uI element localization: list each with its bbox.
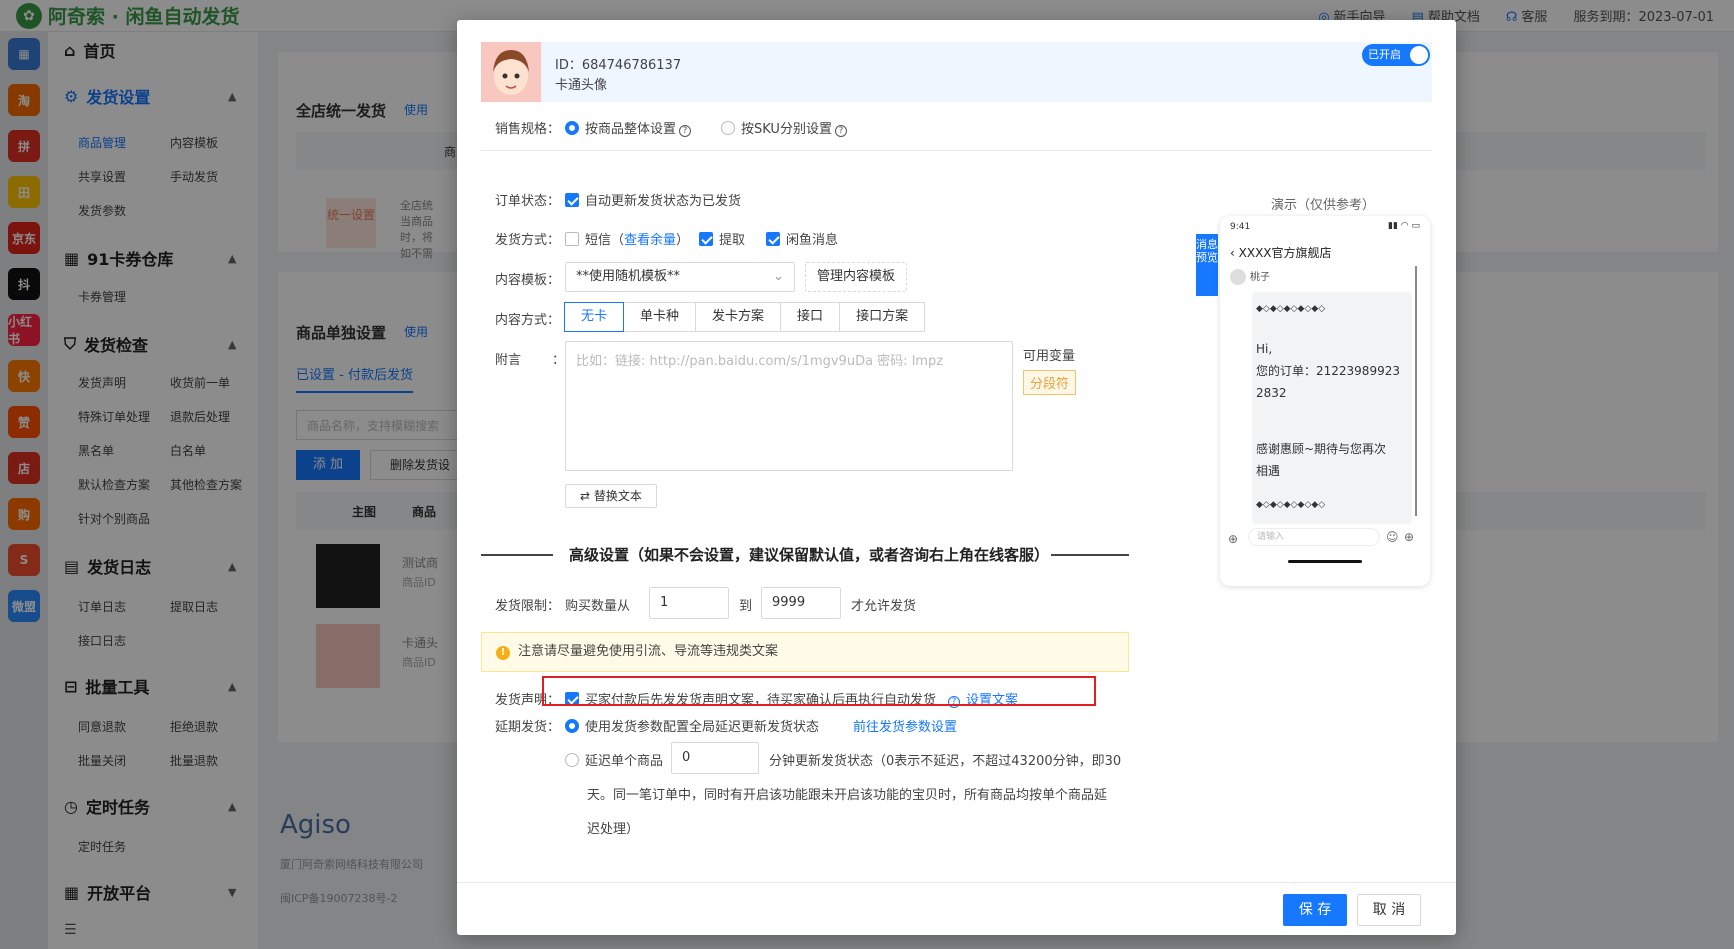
limit-min-input[interactable]: 1 (649, 587, 729, 619)
user-avatar (1230, 269, 1246, 285)
limit-max-input[interactable]: 9999 (761, 587, 841, 619)
preview-title: 演示（仅供参考） (1271, 198, 1376, 213)
plus-icon[interactable]: ⊕ (1404, 530, 1414, 544)
replace-icon: ⇄ (580, 489, 594, 503)
enable-toggle[interactable]: 已开启 (1362, 44, 1430, 66)
order-status-checkbox[interactable]: 自动更新发货状态为已发货 (565, 190, 741, 209)
note-textarea[interactable]: 比如：链接: http://pan.baidu.com/s/1mgv9uDa 密… (565, 341, 1013, 471)
phone-preview: 9:41 ▮▮ ◠ ▭ ‹ XXXX官方旗舰店 桃子 ◆◇◆◇◆◇◆◇◆◇ Hi… (1220, 216, 1430, 586)
voice-icon[interactable]: ⊕ (1228, 532, 1238, 546)
checkbox-checked (766, 232, 780, 246)
content-mode-no-card[interactable]: 无卡 (564, 302, 625, 332)
radio-unchecked (721, 121, 735, 135)
note-label: 附言 (495, 353, 522, 368)
checkbox-unchecked (565, 232, 579, 246)
spec-option-sku[interactable]: 按SKU分别设置? (721, 118, 847, 137)
limit-suffix-text: 才允许发货 (851, 599, 917, 614)
emoji-icon[interactable]: ☺ (1386, 530, 1399, 544)
content-mode-label: 内容方式： (495, 313, 561, 328)
product-avatar (481, 42, 541, 102)
chevron-down-icon: ⌄ (773, 269, 784, 284)
content-mode-api[interactable]: 接口 (780, 302, 841, 332)
content-mode-api-plan[interactable]: 接口方案 (839, 302, 926, 332)
delay-option-global[interactable]: 使用发货参数配置全局延迟更新发货状态 (565, 716, 819, 735)
var-tag-separator[interactable]: 分段符 (1023, 370, 1077, 395)
radio-checked (565, 719, 579, 733)
template-select[interactable]: **使用随机模板** ⌄ (565, 262, 795, 292)
message-bubble: ◆◇◆◇◆◇◆◇◆◇ Hi, 您的订单：21223989923 2832 感谢惠… (1252, 292, 1412, 524)
delay-desc-line3: 迟处理） (587, 822, 640, 837)
product-id: ID：684746786137 (555, 58, 682, 73)
replace-text-button[interactable]: ⇄ 替换文本 (565, 484, 657, 508)
chat-input[interactable]: 请输入 (1248, 528, 1380, 546)
scrollbar[interactable] (1415, 266, 1417, 516)
message-line: 感谢惠顾~期待与您再次 (1256, 442, 1387, 456)
help-icon[interactable]: ? (679, 125, 692, 137)
ship-method-extract[interactable]: 提取 (699, 229, 745, 248)
warning-icon: ! (496, 646, 510, 660)
message-line: 您的订单：21223989923 (1256, 364, 1400, 378)
ship-method-label: 发货方式： (495, 233, 561, 248)
template-label: 内容模板： (495, 273, 561, 288)
note-colon: ： (552, 353, 566, 368)
divider (481, 150, 1432, 151)
limit-label: 发货限制： (495, 599, 561, 614)
chat-user: 桃子 (1230, 268, 1270, 285)
help-icon[interactable]: ? (834, 125, 847, 137)
divider (1051, 554, 1129, 556)
delay-minutes-input[interactable]: 0 (671, 742, 759, 774)
order-status-label: 订单状态： (495, 194, 561, 209)
delay-desc-line2: 天。同一笔订单中，同时有开启该功能跟未开启该功能的宝贝时，所有商品均按单个商品延 (587, 788, 1108, 803)
highlight-box (542, 676, 1096, 706)
radio-unchecked (565, 753, 579, 767)
product-header: ID：684746786137 卡通头像 已开启 (481, 42, 1432, 102)
limit-to-text: 到 (739, 599, 753, 614)
ship-params-link[interactable]: 前往发货参数设置 (853, 716, 957, 735)
limit-from-text: 购买数量从 (565, 599, 631, 614)
message-line: ◆◇◆◇◆◇◆◇◆◇ (1256, 500, 1326, 510)
radio-checked (565, 121, 579, 135)
warning-banner: ! 注意请尽量避免使用引流、导流等违规类文案 (481, 632, 1129, 672)
checkbox-checked (565, 193, 579, 207)
message-line: 2832 (1256, 386, 1287, 400)
advanced-settings-title: 高级设置（如果不会设置，建议保留默认值，或者咨询右上角在线客服） (569, 546, 1050, 564)
delay-desc-line1: 分钟更新发货状态（0表示不延迟，不超过43200分钟，即30 (769, 754, 1122, 769)
message-line: ◆◇◆◇◆◇◆◇◆◇ (1256, 304, 1326, 314)
cancel-button[interactable]: 取 消 (1357, 894, 1421, 926)
delay-label: 延期发货： (495, 720, 561, 735)
footer-divider (457, 882, 1456, 883)
delay-option-single[interactable]: 延迟单个商品 (565, 750, 663, 769)
product-name: 卡通头像 (555, 78, 608, 93)
signal-battery-icon: ▮▮ ◠ ▭ (1388, 221, 1420, 231)
manage-template-button[interactable]: 管理内容模板 (805, 262, 907, 292)
phone-time: 9:41 (1230, 222, 1251, 232)
spec-option-whole[interactable]: 按商品整体设置? (565, 118, 692, 137)
chat-header: ‹ XXXX官方旗舰店 (1230, 246, 1332, 260)
message-preview-tab[interactable]: 消息预览 (1196, 234, 1218, 296)
message-line: 相遇 (1256, 464, 1281, 478)
divider (481, 554, 553, 556)
message-line: Hi, (1256, 342, 1273, 356)
home-indicator (1288, 560, 1362, 563)
content-mode-single-card[interactable]: 单卡种 (623, 302, 697, 332)
save-button[interactable]: 保 存 (1283, 894, 1347, 926)
content-mode-segmented: 无卡 单卡种 发卡方案 接口 接口方案 (564, 302, 926, 332)
spec-label: 销售规格： (495, 122, 561, 137)
product-settings-modal: ID：684746786137 卡通头像 已开启 销售规格： 按商品整体设置? … (457, 20, 1456, 935)
available-vars-label: 可用变量 (1023, 349, 1076, 364)
ship-method-sms[interactable]: 短信（查看余量） (565, 229, 689, 248)
sms-balance-link[interactable]: 查看余量 (624, 233, 676, 248)
content-mode-card-plan[interactable]: 发卡方案 (695, 302, 782, 332)
ship-method-xianyu[interactable]: 闲鱼消息 (766, 229, 838, 248)
checkbox-checked (699, 232, 713, 246)
back-arrow-icon[interactable]: ‹ (1230, 246, 1239, 260)
